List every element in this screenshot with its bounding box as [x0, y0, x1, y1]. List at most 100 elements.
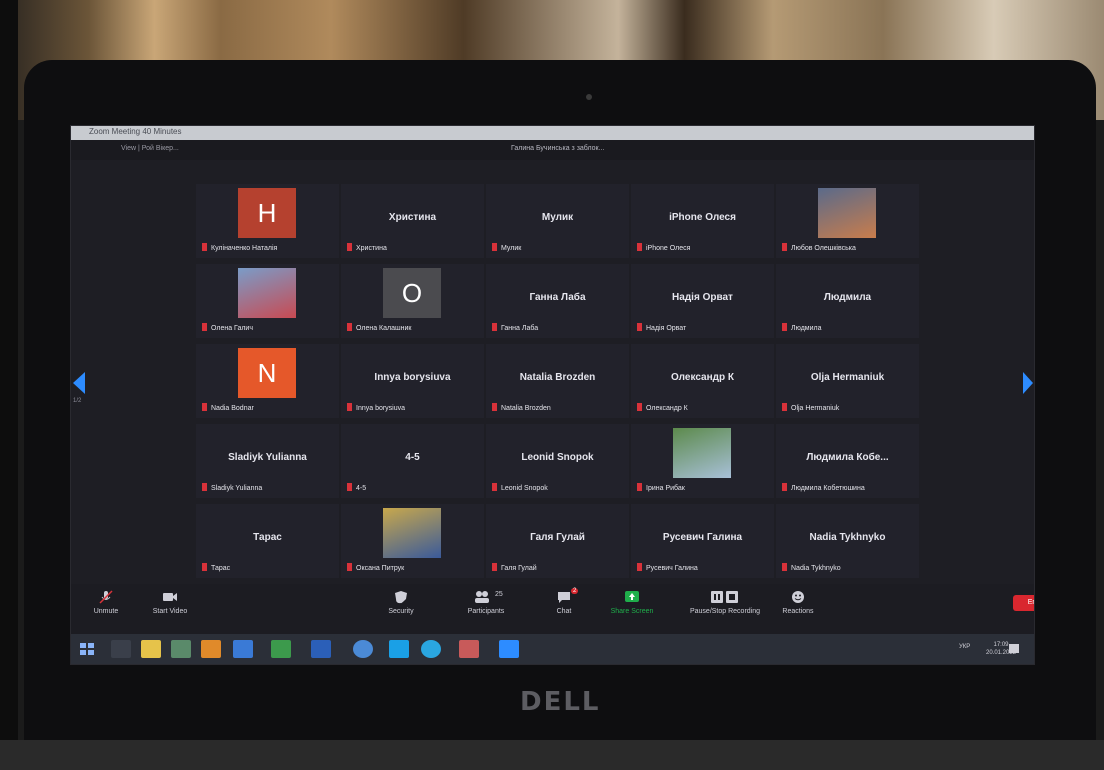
muted-mic-icon	[492, 403, 497, 411]
share-screen-label: Share Screen	[610, 608, 654, 615]
chat-label: Chat	[556, 608, 572, 615]
participant-tile[interactable]: Ірина Рибак	[631, 424, 774, 498]
participant-tile[interactable]: Надія Орват Надія Орват	[631, 264, 774, 338]
prev-page-icon[interactable]	[71, 370, 87, 396]
participant-name-text: Natalia Brozden	[501, 405, 551, 412]
participant-name-label: Іnnya borysiuva	[347, 403, 405, 412]
next-page-icon[interactable]	[1021, 370, 1035, 396]
participant-name-text: Людмила	[791, 325, 822, 332]
participant-display-name: Nadia Tykhnyko	[809, 532, 886, 543]
notifications-icon[interactable]	[1007, 640, 1021, 658]
participant-tile[interactable]: Олександр К Олександр К	[631, 344, 774, 418]
participant-display-name: Natalia Brozden	[519, 372, 596, 383]
vlc-icon[interactable]	[201, 640, 221, 658]
participant-name-text: Людмила Кобетюшина	[791, 485, 865, 492]
participant-tile[interactable]: Людмила Кобе... Людмила Кобетюшина	[776, 424, 919, 498]
participant-name-label: Sladiyk Yulianna	[202, 483, 262, 492]
participant-tile[interactable]: Людмила Людмила	[776, 264, 919, 338]
participant-display-name: Олександр К	[671, 372, 734, 383]
powerpoint-icon[interactable]	[459, 640, 479, 658]
participant-tile[interactable]: Оксана Питрук	[341, 504, 484, 578]
participant-name-text: Nadia Bodnar	[211, 405, 254, 412]
skype-icon[interactable]	[389, 640, 409, 658]
start-video-label: Start Video	[152, 608, 188, 615]
file-explorer-icon[interactable]	[141, 640, 161, 658]
pause-stop-recording-button[interactable]: Pause/Stop Recording	[675, 590, 775, 615]
window-title: Zoom Meeting 40 Minutes	[89, 127, 182, 136]
windows-taskbar: УКР 17:09 20.01.2022	[71, 634, 1034, 664]
participant-display-name: Мулик	[541, 212, 574, 223]
participants-button[interactable]: 25 Participants	[451, 590, 521, 615]
participant-name-text: Leonid Snopok	[501, 485, 548, 492]
mail-icon[interactable]	[311, 640, 331, 658]
participant-tile[interactable]: Nadia Tykhnyko Nadia Tykhnyko	[776, 504, 919, 578]
word-icon[interactable]	[233, 640, 253, 658]
participant-display-name: Галя Гулай	[530, 532, 585, 543]
share-screen-button[interactable]: Share Screen	[597, 590, 667, 615]
windows-start-icon[interactable]	[77, 640, 97, 658]
participant-name-label: Тарас	[202, 563, 230, 572]
participant-name-label: Куліначенко Наталія	[202, 243, 277, 252]
reactions-button[interactable]: Reactions	[763, 590, 833, 615]
participant-tile[interactable]: N Nadia Bodnar	[196, 344, 339, 418]
participant-display-name: Ганна Лабa	[529, 292, 586, 303]
participant-tile[interactable]: Olja Hermaniuk Olja Hermaniuk	[776, 344, 919, 418]
participant-name-label: 4-5	[347, 483, 366, 492]
muted-mic-icon	[492, 243, 497, 251]
participant-name-text: Ірина Рибак	[646, 485, 685, 492]
muted-mic-icon	[347, 323, 352, 331]
participant-display-name: 4-5	[405, 452, 420, 463]
participant-tile[interactable]: Leonid Snopok Leonid Snopok	[486, 424, 629, 498]
smiley-icon	[792, 591, 804, 603]
participant-tile[interactable]: Любов Олешківська	[776, 184, 919, 258]
participants-label: Participants	[467, 608, 505, 615]
muted-mic-icon	[782, 243, 787, 251]
muted-mic-icon	[347, 403, 352, 411]
participant-tile[interactable]: Олена Галич	[196, 264, 339, 338]
participant-tile[interactable]: Мулик Мулик	[486, 184, 629, 258]
chat-button[interactable]: 2 Chat	[529, 588, 599, 615]
unmute-button[interactable]: Unmute	[71, 590, 141, 615]
participant-name-label: Olja Hermaniuk	[782, 403, 839, 412]
muted-mic-icon	[347, 483, 352, 491]
muted-mic-icon	[347, 563, 352, 571]
participant-tile[interactable]: Христина Христина	[341, 184, 484, 258]
participant-name-label: Leonid Snopok	[492, 483, 548, 492]
participant-name-label: Христина	[347, 243, 387, 252]
muted-mic-icon	[782, 563, 787, 571]
participant-name-text: Галя Гулай	[501, 565, 537, 572]
participant-tile[interactable]: O Олена Калашник	[341, 264, 484, 338]
camera-app-icon[interactable]	[171, 640, 191, 658]
task-view-icon[interactable]	[111, 640, 131, 658]
participant-tile[interactable]: Русевич Галина Русевич Галина	[631, 504, 774, 578]
participant-tile[interactable]: Галя Гулай Галя Гулай	[486, 504, 629, 578]
window-titlebar: Zoom Meeting 40 Minutes	[71, 126, 1034, 140]
participant-name-text: Nadia Tykhnyko	[791, 565, 841, 572]
security-button[interactable]: Security	[366, 590, 436, 615]
reactions-label: Reactions	[782, 608, 814, 615]
muted-mic-icon	[782, 483, 787, 491]
participant-tile[interactable]: Іnnya borysiuva Іnnya borysiuva	[341, 344, 484, 418]
participant-tile[interactable]: Sladiyk Yulianna Sladiyk Yulianna	[196, 424, 339, 498]
participant-tile[interactable]: Natalia Brozden Natalia Brozden	[486, 344, 629, 418]
participant-tile[interactable]: Тарас Тарас	[196, 504, 339, 578]
video-camera-icon	[163, 593, 177, 601]
participant-photo	[818, 188, 876, 238]
end-meeting-button[interactable]: End	[1013, 595, 1034, 611]
dell-logo: DELL	[520, 687, 601, 717]
participant-tile[interactable]: Ганна Лабa Ганна Лаба	[486, 264, 629, 338]
gallery-grid: H Куліначенко Наталія Христина Христина Мули…	[194, 184, 931, 578]
keyboard-lang[interactable]: УКР	[959, 644, 970, 650]
start-video-button[interactable]: Start Video	[135, 590, 205, 615]
viber-icon[interactable]	[353, 640, 373, 658]
telegram-icon[interactable]	[421, 640, 441, 658]
participant-name-text: 4-5	[356, 485, 367, 492]
participant-photo	[238, 268, 296, 318]
participant-tile[interactable]: 4-5 4-5	[341, 424, 484, 498]
participant-tile[interactable]: iPhone Олеся iPhone Олеся	[631, 184, 774, 258]
chrome-icon[interactable]	[271, 640, 291, 658]
view-menu[interactable]: View | Рой Вікер...	[121, 145, 179, 152]
zoom-taskbar-icon[interactable]	[499, 640, 519, 658]
participant-tile[interactable]: H Куліначенко Наталія	[196, 184, 339, 258]
muted-mic-icon	[202, 403, 207, 411]
